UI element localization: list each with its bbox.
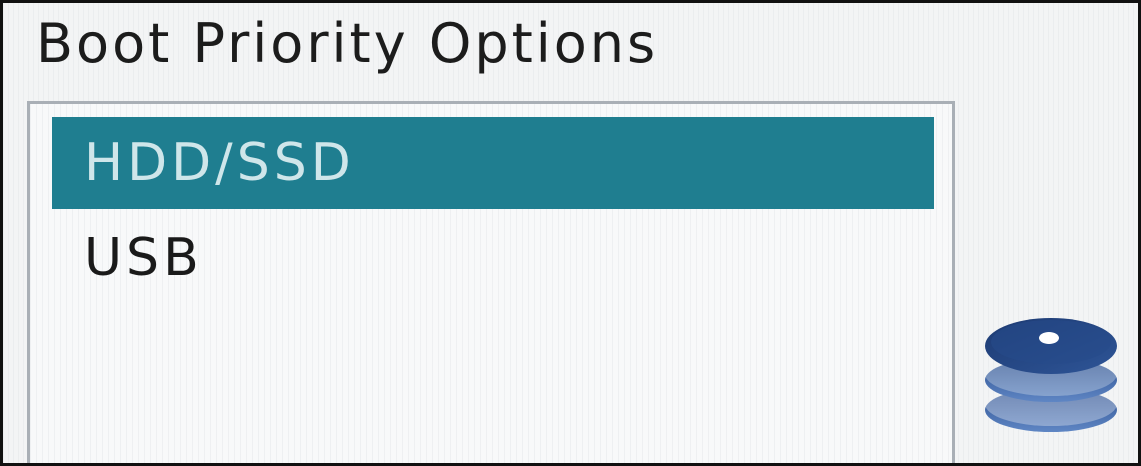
boot-option-hdd-ssd[interactable]: HDD/SSD — [52, 117, 934, 209]
boot-option-usb[interactable]: USB — [52, 212, 934, 304]
boot-priority-list[interactable]: HDD/SSD USB — [27, 101, 955, 463]
page-title: Boot Priority Options — [36, 12, 659, 75]
disk-stack-icon — [985, 318, 1117, 432]
boot-priority-screen: Boot Priority Options HDD/SSD USB — [0, 0, 1141, 466]
